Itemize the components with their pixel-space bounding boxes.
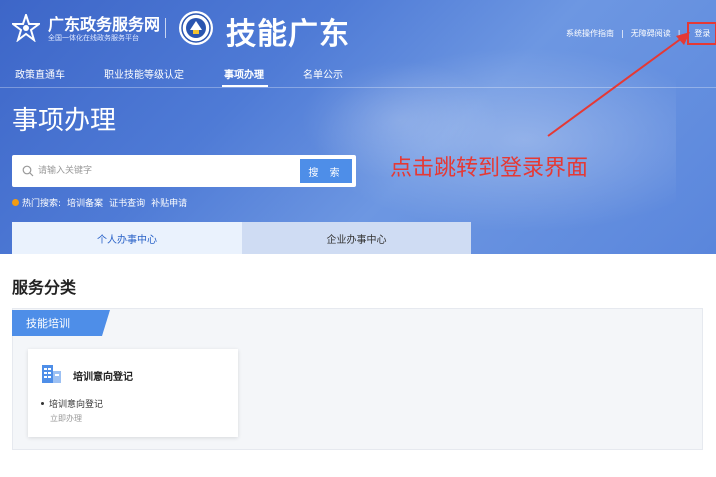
- search-input[interactable]: [38, 161, 298, 181]
- login-link[interactable]: 登录: [687, 22, 716, 45]
- building-icon: [42, 365, 61, 383]
- brand-subtitle: 全国一体化在线政务服务平台: [48, 34, 139, 42]
- nav-item-affairs[interactable]: 事项办理: [224, 66, 264, 81]
- main-nav: 政策直通车 职业技能等级认定 事项办理 名单公示: [0, 58, 716, 88]
- nav-item-policy[interactable]: 政策直通车: [15, 66, 65, 81]
- brand-divider: [165, 18, 166, 38]
- service-card[interactable]: 培训意向登记 培训意向登记 立即办理: [28, 349, 238, 437]
- search-button[interactable]: 搜 索: [300, 159, 352, 183]
- link-separator: |: [621, 29, 624, 38]
- hot-link-certificate-query[interactable]: 证书查询: [109, 196, 145, 209]
- operation-guide-link[interactable]: 系统操作指南: [566, 28, 614, 39]
- nav-item-public-list[interactable]: 名单公示: [303, 66, 343, 81]
- link-separator: |: [677, 29, 681, 38]
- category-tab-skill-training[interactable]: 技能培训: [26, 315, 70, 331]
- hot-search: 热门搜索: 培训备案 证书查询 补贴申请: [12, 196, 187, 209]
- bullet-icon: [41, 402, 44, 405]
- nav-item-skill-certification[interactable]: 职业技能等级认定: [104, 66, 184, 81]
- card-title: 培训意向登记: [73, 372, 133, 383]
- top-links: 系统操作指南 | 无障碍阅读 | 登录: [566, 22, 716, 45]
- card-service-item[interactable]: 培训意向登记: [41, 397, 103, 410]
- gd-gov-logo-icon[interactable]: [12, 14, 40, 42]
- search-bar: 搜 索: [12, 155, 356, 187]
- page-title: 事项办理: [12, 106, 117, 136]
- hot-search-label: 热门搜索:: [22, 199, 62, 209]
- emblem-icon: [179, 11, 213, 45]
- tab-personal-center[interactable]: 个人办事中心: [12, 222, 242, 254]
- accessibility-link[interactable]: 无障碍阅读: [631, 28, 671, 39]
- apply-now-link[interactable]: 立即办理: [50, 413, 82, 424]
- annotation-text: 点击跳转到登录界面: [390, 156, 589, 181]
- section-title: 服务分类: [12, 278, 77, 297]
- search-icon: [22, 165, 34, 177]
- hot-link-subsidy[interactable]: 补贴申请: [151, 196, 187, 209]
- hot-dot-icon: [12, 199, 19, 206]
- nav-active-indicator: [222, 85, 268, 87]
- card-service-item-label: 培训意向登记: [49, 400, 104, 410]
- site-title[interactable]: 技能广东: [226, 9, 350, 53]
- hot-link-training-record[interactable]: 培训备案: [67, 196, 103, 209]
- brand-name[interactable]: 广东政务服务网: [48, 11, 160, 35]
- tab-enterprise-center[interactable]: 企业办事中心: [242, 222, 471, 254]
